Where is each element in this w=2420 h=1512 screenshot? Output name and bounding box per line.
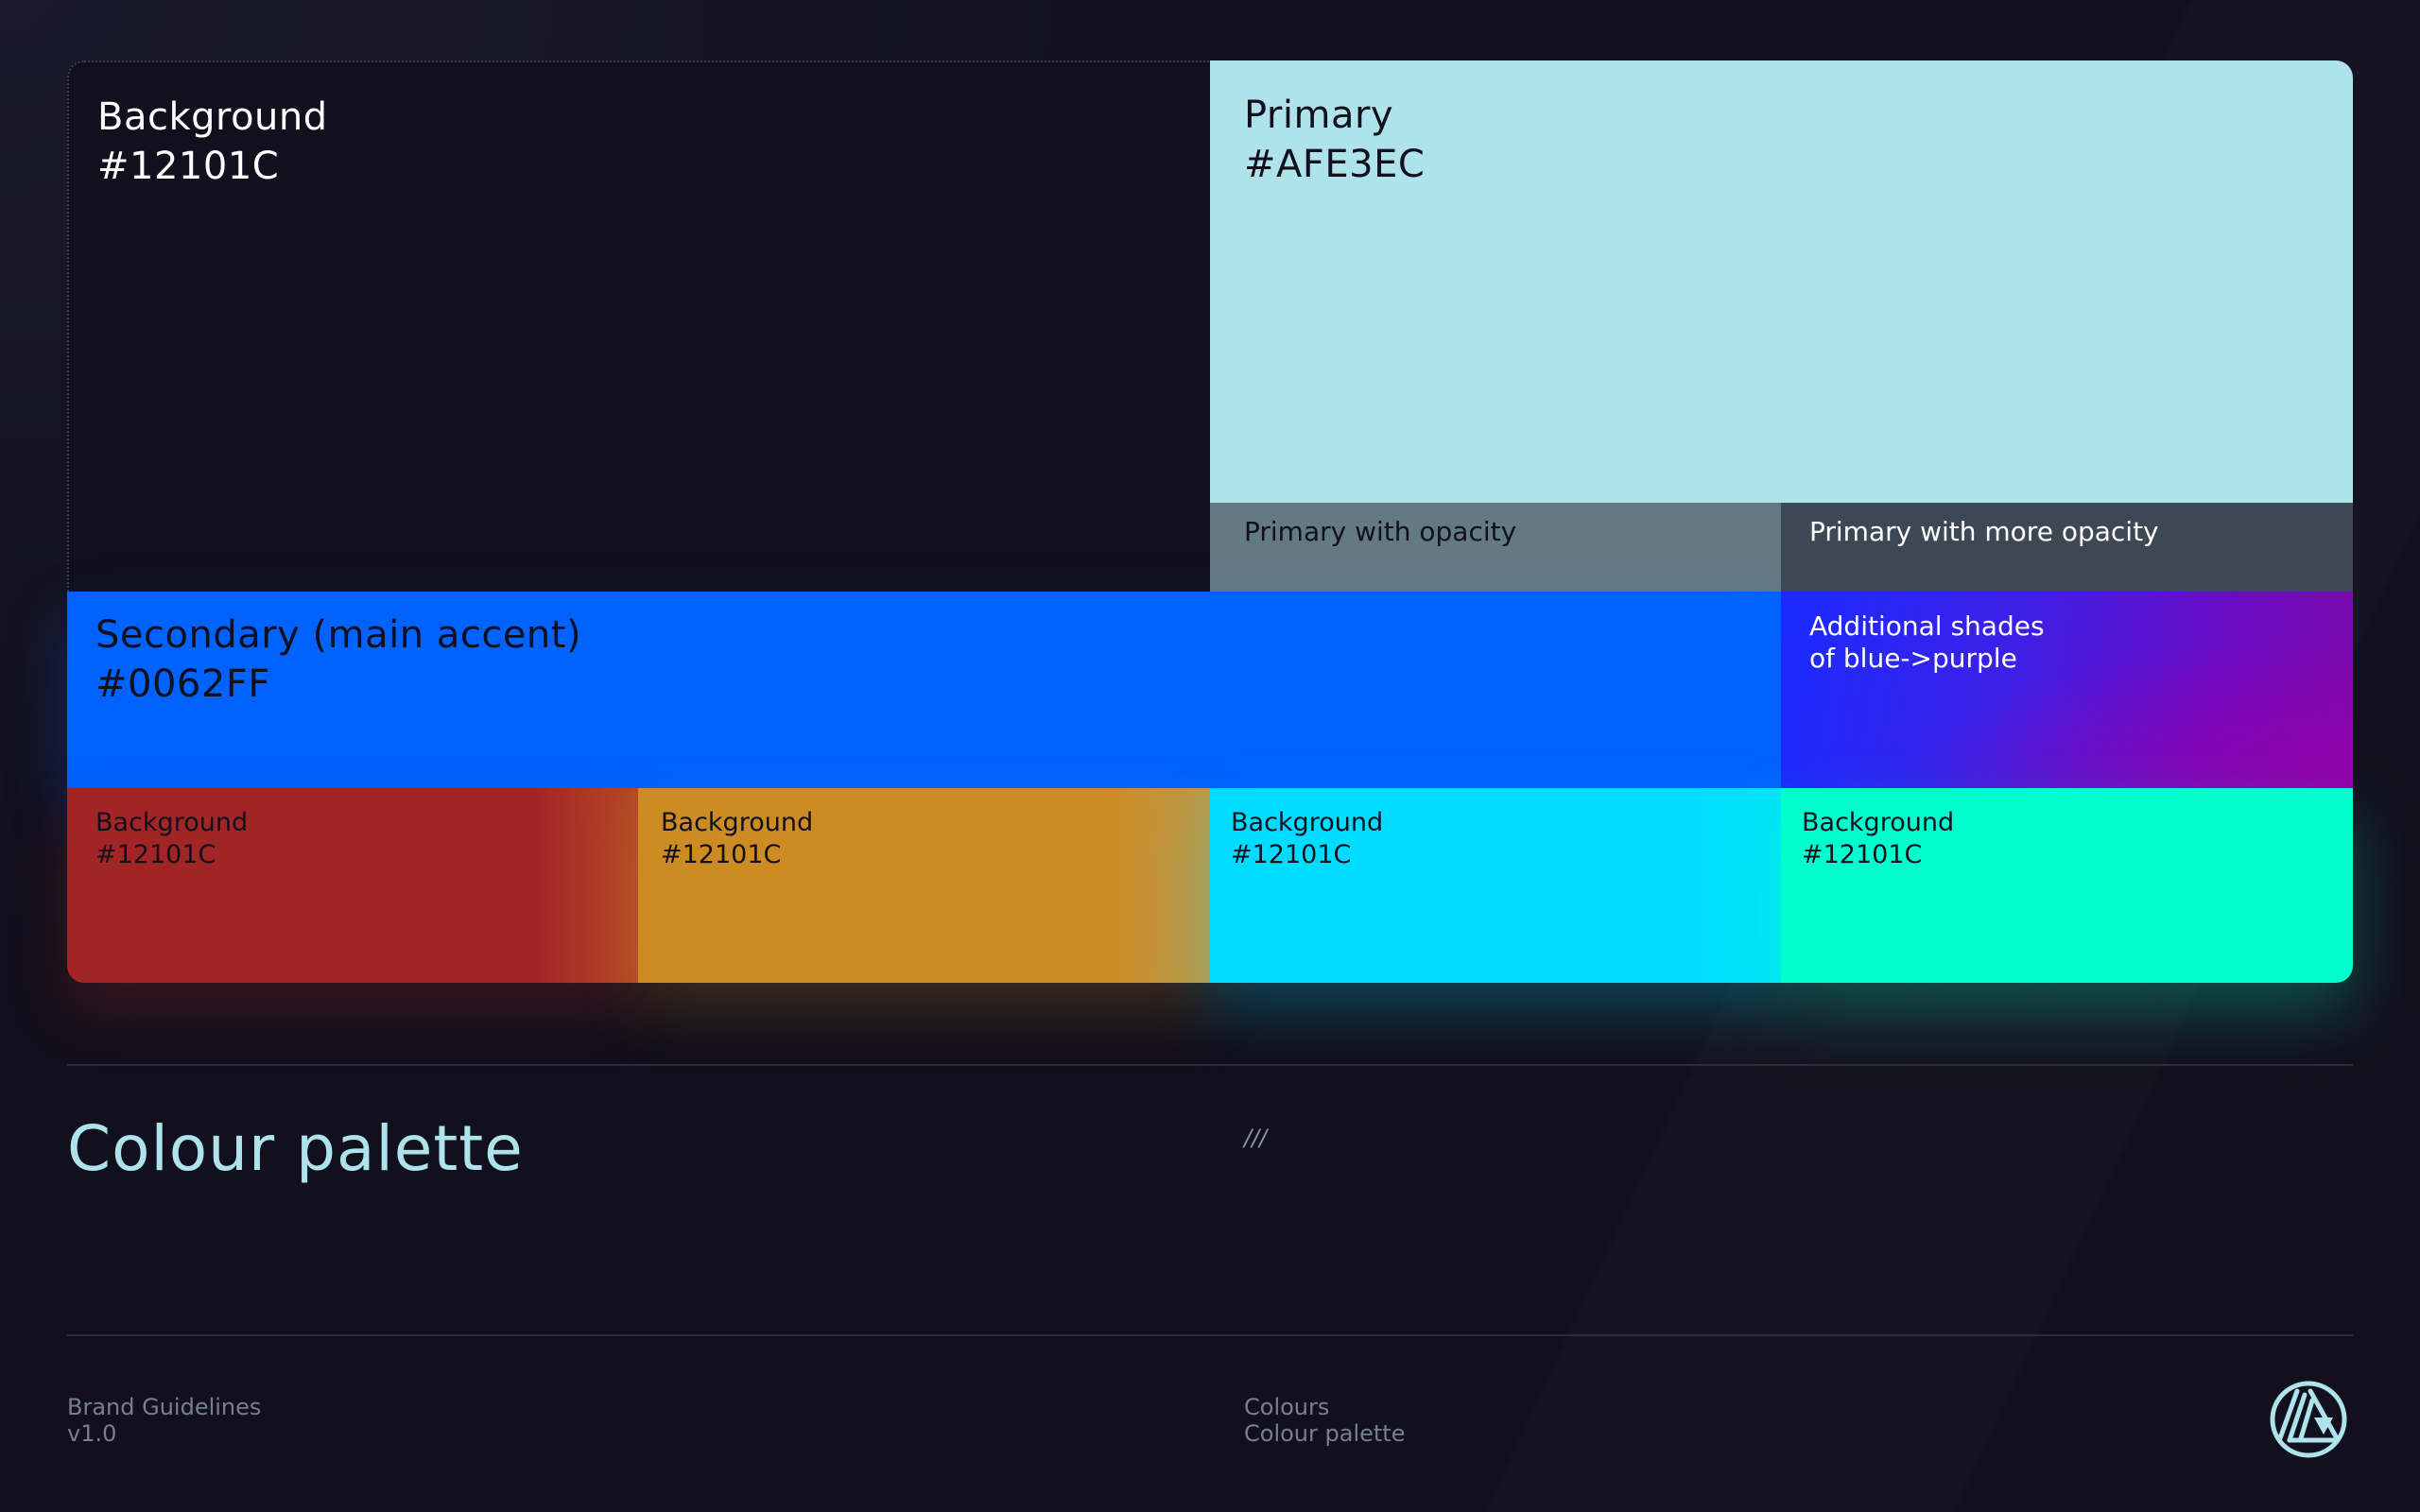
swatch-orange: Background #12101C xyxy=(638,788,1210,983)
swatch-primary-more-opacity: Primary with more opacity xyxy=(1781,503,2353,592)
swatch-background-hex: #12101C xyxy=(97,145,280,188)
divider-top xyxy=(67,1064,2353,1066)
section-marker: /// xyxy=(1244,1125,1268,1151)
swatch-cyan: Background #12101C xyxy=(1210,788,1781,983)
footer-doc-info: Brand Guidelines v1.0 xyxy=(67,1394,261,1447)
footer-version: v1.0 xyxy=(67,1420,117,1447)
swatch-primary-more-opacity-label: Primary with more opacity xyxy=(1809,516,2159,547)
page-title: Colour palette xyxy=(67,1112,524,1185)
swatch-orange-hex: #12101C xyxy=(661,840,782,869)
swatch-background: Background #12101C xyxy=(67,60,1210,592)
swatch-background-name: Background xyxy=(97,95,328,139)
footer-subsection: Colour palette xyxy=(1244,1420,1406,1447)
swatch-cyan-name: Background xyxy=(1231,808,1384,837)
swatch-primary: Primary #AFE3EC xyxy=(1210,60,2353,503)
swatch-red: Background #12101C xyxy=(67,788,638,983)
swatch-primary-opacity: Primary with opacity xyxy=(1210,503,1781,592)
swatch-cyan-hex: #12101C xyxy=(1231,840,1352,869)
divider-bottom xyxy=(67,1334,2353,1336)
colour-palette-grid: Background #12101C Primary #AFE3EC Prima… xyxy=(67,60,2353,983)
swatch-shades-line2: of blue->purple xyxy=(1809,643,2017,674)
brand-logo-icon xyxy=(2269,1380,2348,1459)
swatch-shades-line1: Additional shades xyxy=(1809,610,2045,642)
footer-doc-title: Brand Guidelines xyxy=(67,1394,262,1420)
footer-section-info: Colours Colour palette xyxy=(1244,1394,1405,1447)
swatch-red-hex: #12101C xyxy=(95,840,216,869)
swatch-secondary: Secondary (main accent) #0062FF xyxy=(67,592,1781,788)
swatch-additional-shades: Additional shades of blue->purple xyxy=(1781,592,2353,788)
swatch-teal: Background #12101C xyxy=(1781,788,2353,983)
swatch-red-name: Background xyxy=(95,808,249,837)
swatch-teal-name: Background xyxy=(1802,808,1955,837)
swatch-orange-name: Background xyxy=(661,808,814,837)
swatch-teal-hex: #12101C xyxy=(1802,840,1923,869)
swatch-primary-opacity-label: Primary with opacity xyxy=(1244,516,1517,547)
swatch-secondary-hex: #0062FF xyxy=(95,662,270,706)
swatch-primary-hex: #AFE3EC xyxy=(1244,143,1426,186)
swatch-secondary-name: Secondary (main accent) xyxy=(95,613,582,657)
footer-section: Colours xyxy=(1244,1394,1330,1420)
swatch-primary-name: Primary xyxy=(1244,94,1394,137)
